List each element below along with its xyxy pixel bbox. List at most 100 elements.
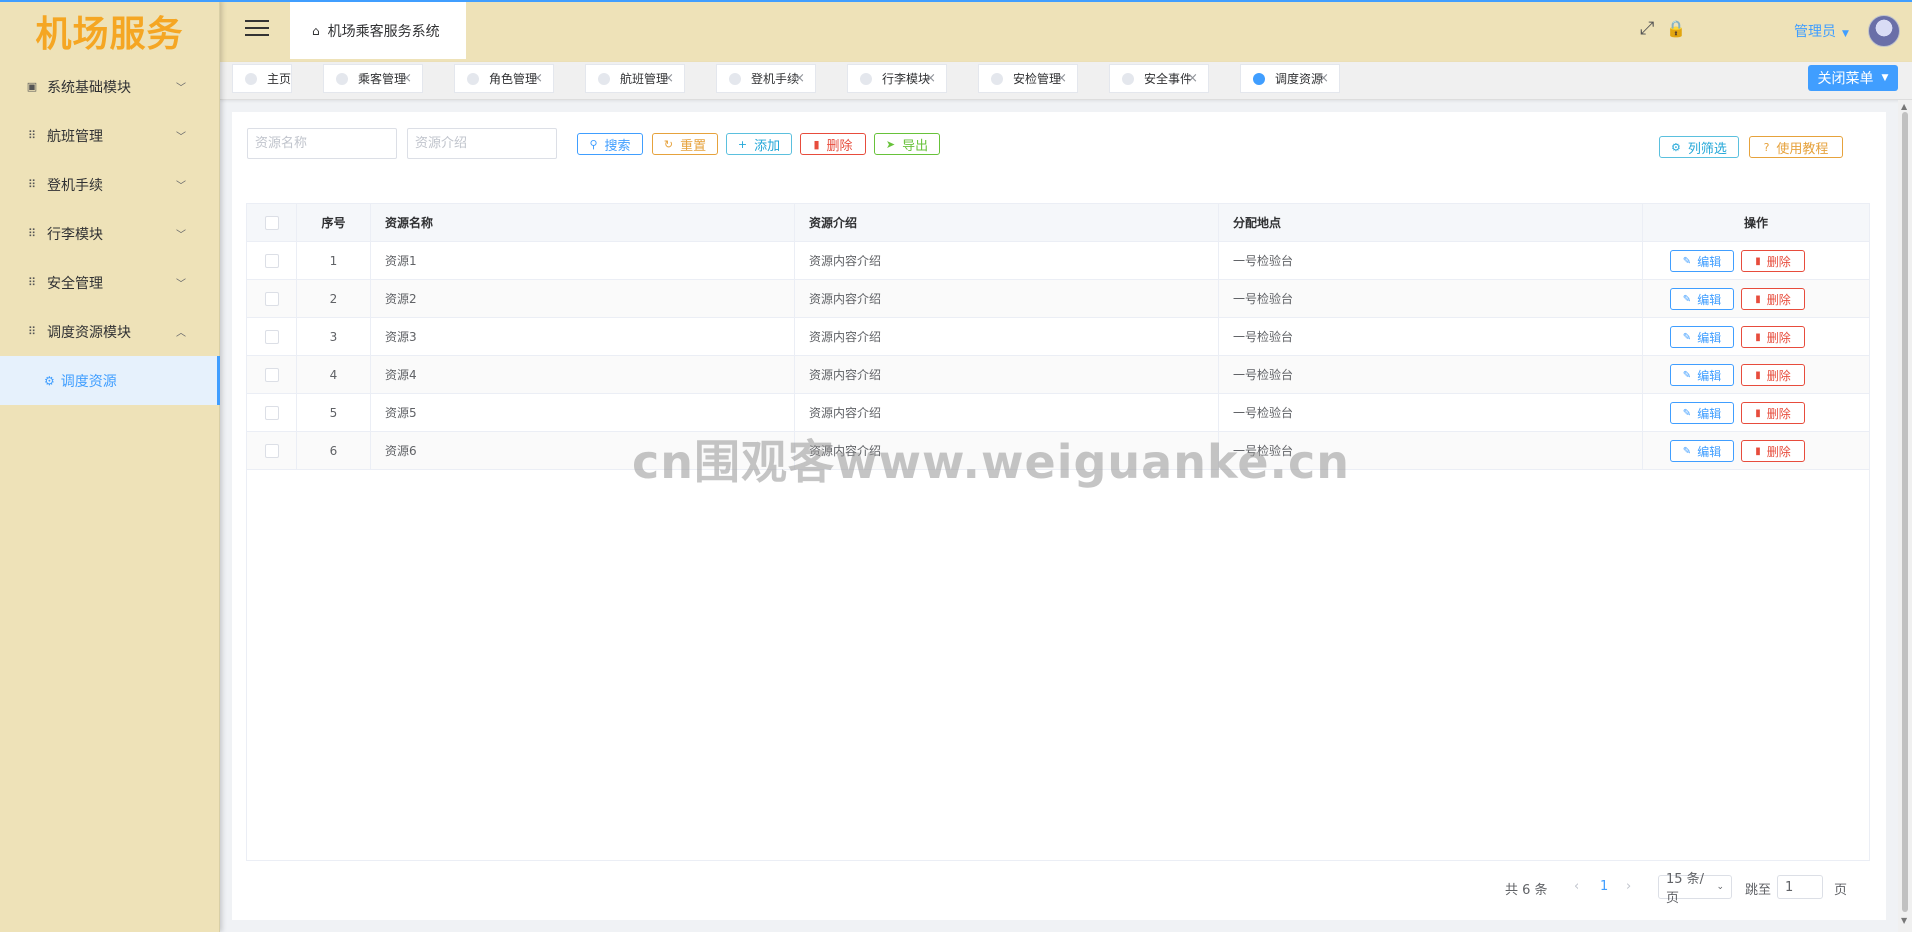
delete-row-button[interactable]: ▮ 删除 <box>1741 288 1805 310</box>
close-icon[interactable]: × <box>532 71 543 86</box>
table-row[interactable]: 6 资源6 资源内容介绍 一号检验台 ✎ 编辑 ▮ 删除 <box>247 432 1869 470</box>
breadcrumb[interactable]: ⌂ 机场乘客服务系统 <box>290 2 466 59</box>
delete-row-button[interactable]: ▮ 删除 <box>1741 326 1805 348</box>
edit-button[interactable]: ✎ 编辑 <box>1670 440 1734 462</box>
cell-location: 一号检验台 <box>1219 242 1643 279</box>
chevron-down-icon: ﹀ <box>176 230 186 241</box>
close-icon[interactable]: × <box>1056 71 1067 86</box>
sidebar-subitem-dispatch-resource[interactable]: ⚙ 调度资源 <box>0 356 220 405</box>
home-icon: ⌂ <box>312 23 320 38</box>
hamburger-menu-icon[interactable] <box>245 20 269 40</box>
col-header-index: 序号 <box>297 204 371 241</box>
edit-icon: ✎ <box>1682 255 1692 267</box>
reset-button[interactable]: ↻ 重置 <box>652 133 718 155</box>
delete-row-button[interactable]: ▮ 删除 <box>1741 440 1805 462</box>
cell-index: 1 <box>297 242 371 279</box>
close-menu-button[interactable]: 关闭菜单 ▼ <box>1808 65 1898 91</box>
row-checkbox[interactable] <box>264 329 279 344</box>
jump-input[interactable]: 1 <box>1777 875 1823 899</box>
close-icon[interactable]: × <box>1318 71 1329 86</box>
table-row[interactable]: 2 资源2 资源内容介绍 一号检验台 ✎ 编辑 ▮ 删除 <box>247 280 1869 318</box>
scroll-down-icon[interactable]: ▼ <box>1901 916 1907 925</box>
sidebar-item-5[interactable]: ⠿ 调度资源模块 ︿ <box>0 307 219 356</box>
sidebar-item-0[interactable]: ▣ 系统基础模块 ﹀ <box>0 62 219 111</box>
row-checkbox[interactable] <box>264 405 279 420</box>
table-row[interactable]: 3 资源3 资源内容介绍 一号检验台 ✎ 编辑 ▮ 删除 <box>247 318 1869 356</box>
user-name: 管理员 <box>1794 24 1836 40</box>
table-row[interactable]: 4 资源4 资源内容介绍 一号检验台 ✎ 编辑 ▮ 删除 <box>247 356 1869 394</box>
table-row[interactable]: 1 资源1 资源内容介绍 一号检验台 ✎ 编辑 ▮ 删除 <box>247 242 1869 280</box>
grid-icon: ⠿ <box>27 129 37 142</box>
tutorial-button[interactable]: ? 使用教程 <box>1749 136 1843 158</box>
row-checkbox[interactable] <box>264 367 279 382</box>
chevron-down-icon: ⌄ <box>1716 882 1724 892</box>
tab-2[interactable]: 角色管理 × <box>454 64 554 93</box>
close-icon[interactable]: × <box>794 71 805 86</box>
cell-name: 资源2 <box>371 280 795 317</box>
tab-6[interactable]: 安检管理 × <box>978 64 1078 93</box>
tab-8[interactable]: 调度资源 × <box>1240 64 1340 93</box>
tab-5[interactable]: 行李模块 × <box>847 64 947 93</box>
sidebar-item-3[interactable]: ⠿ 行李模块 ﹀ <box>0 209 219 258</box>
delete-button[interactable]: ▮ 删除 <box>800 133 866 155</box>
cell-index: 4 <box>297 356 371 393</box>
chevron-down-icon: ▼ <box>1842 29 1849 39</box>
tab-dot-icon <box>336 72 348 85</box>
tab-0[interactable]: 主页 <box>232 64 292 93</box>
sidebar-item-label: 安全管理 <box>47 275 103 292</box>
edit-button[interactable]: ✎ 编辑 <box>1670 364 1734 386</box>
column-filter-button[interactable]: ⚙ 列筛选 <box>1659 136 1739 158</box>
fullscreen-icon[interactable]: ⤢ <box>1640 18 1654 39</box>
vertical-scrollbar[interactable]: ▲ ▼ <box>1898 100 1912 932</box>
chevron-down-icon: ﹀ <box>176 83 186 94</box>
edit-button[interactable]: ✎ 编辑 <box>1670 288 1734 310</box>
cell-actions: ✎ 编辑 ▮ 删除 <box>1643 394 1869 431</box>
scrollbar-thumb[interactable] <box>1902 112 1908 912</box>
cell-index: 5 <box>297 394 371 431</box>
chevron-down-icon: ▼ <box>1881 73 1889 83</box>
trash-icon: ▮ <box>1755 293 1761 305</box>
tab-1[interactable]: 乘客管理 × <box>323 64 423 93</box>
sidebar-item-4[interactable]: ⠿ 安全管理 ﹀ <box>0 258 219 307</box>
logo: 机场服务 <box>35 14 184 55</box>
export-button[interactable]: ➤ 导出 <box>874 133 940 155</box>
sidebar-menu: ▣ 系统基础模块 ﹀ ⠿ 航班管理 ﹀ ⠿ 登机手续 ﹀ ⠿ 行李模块 ﹀ ⠿ 安全管理 ﹀ ⠿ 调度资源模块 ︿ <box>0 62 219 356</box>
next-page-icon[interactable]: › <box>1626 879 1631 894</box>
row-checkbox[interactable] <box>264 443 279 458</box>
cell-intro: 资源内容介绍 <box>795 318 1219 355</box>
lock-icon[interactable]: 🔒 <box>1666 19 1686 38</box>
close-icon[interactable]: × <box>925 71 936 86</box>
edit-button[interactable]: ✎ 编辑 <box>1670 402 1734 424</box>
row-checkbox[interactable] <box>264 253 279 268</box>
scroll-up-icon[interactable]: ▲ <box>1901 102 1907 111</box>
trash-icon: ▮ <box>1755 255 1761 267</box>
table-header: 序号 资源名称 资源介绍 分配地点 操作 <box>247 204 1869 242</box>
page-size-select[interactable]: 15 条/页 ⌄ <box>1658 872 1732 906</box>
sidebar-item-1[interactable]: ⠿ 航班管理 ﹀ <box>0 111 219 160</box>
add-button[interactable]: + 添加 <box>726 133 792 155</box>
pagination-page[interactable]: 1 <box>1600 879 1608 894</box>
delete-row-button[interactable]: ▮ 删除 <box>1741 364 1805 386</box>
cell-location: 一号检验台 <box>1219 356 1643 393</box>
select-all-checkbox[interactable] <box>264 215 279 230</box>
search-button[interactable]: ⚲ 搜索 <box>577 133 643 155</box>
resource-name-input[interactable] <box>247 128 397 159</box>
user-menu[interactable]: 管理员 ▼ <box>1794 21 1849 41</box>
table-row[interactable]: 5 资源5 资源内容介绍 一号检验台 ✎ 编辑 ▮ 删除 <box>247 394 1869 432</box>
sidebar-item-2[interactable]: ⠿ 登机手续 ﹀ <box>0 160 219 209</box>
tab-3[interactable]: 航班管理 × <box>585 64 685 93</box>
avatar[interactable] <box>1868 15 1900 47</box>
jump-label: 跳至 <box>1745 883 1772 898</box>
tab-7[interactable]: 安全事件 × <box>1109 64 1209 93</box>
close-icon[interactable]: × <box>1187 71 1198 86</box>
delete-row-button[interactable]: ▮ 删除 <box>1741 250 1805 272</box>
close-icon[interactable]: × <box>401 71 412 86</box>
edit-button[interactable]: ✎ 编辑 <box>1670 326 1734 348</box>
edit-button[interactable]: ✎ 编辑 <box>1670 250 1734 272</box>
resource-intro-input[interactable] <box>407 128 557 159</box>
row-checkbox[interactable] <box>264 291 279 306</box>
delete-row-button[interactable]: ▮ 删除 <box>1741 402 1805 424</box>
close-icon[interactable]: × <box>663 71 674 86</box>
tab-4[interactable]: 登机手续 × <box>716 64 816 93</box>
prev-page-icon[interactable]: ‹ <box>1574 879 1579 894</box>
